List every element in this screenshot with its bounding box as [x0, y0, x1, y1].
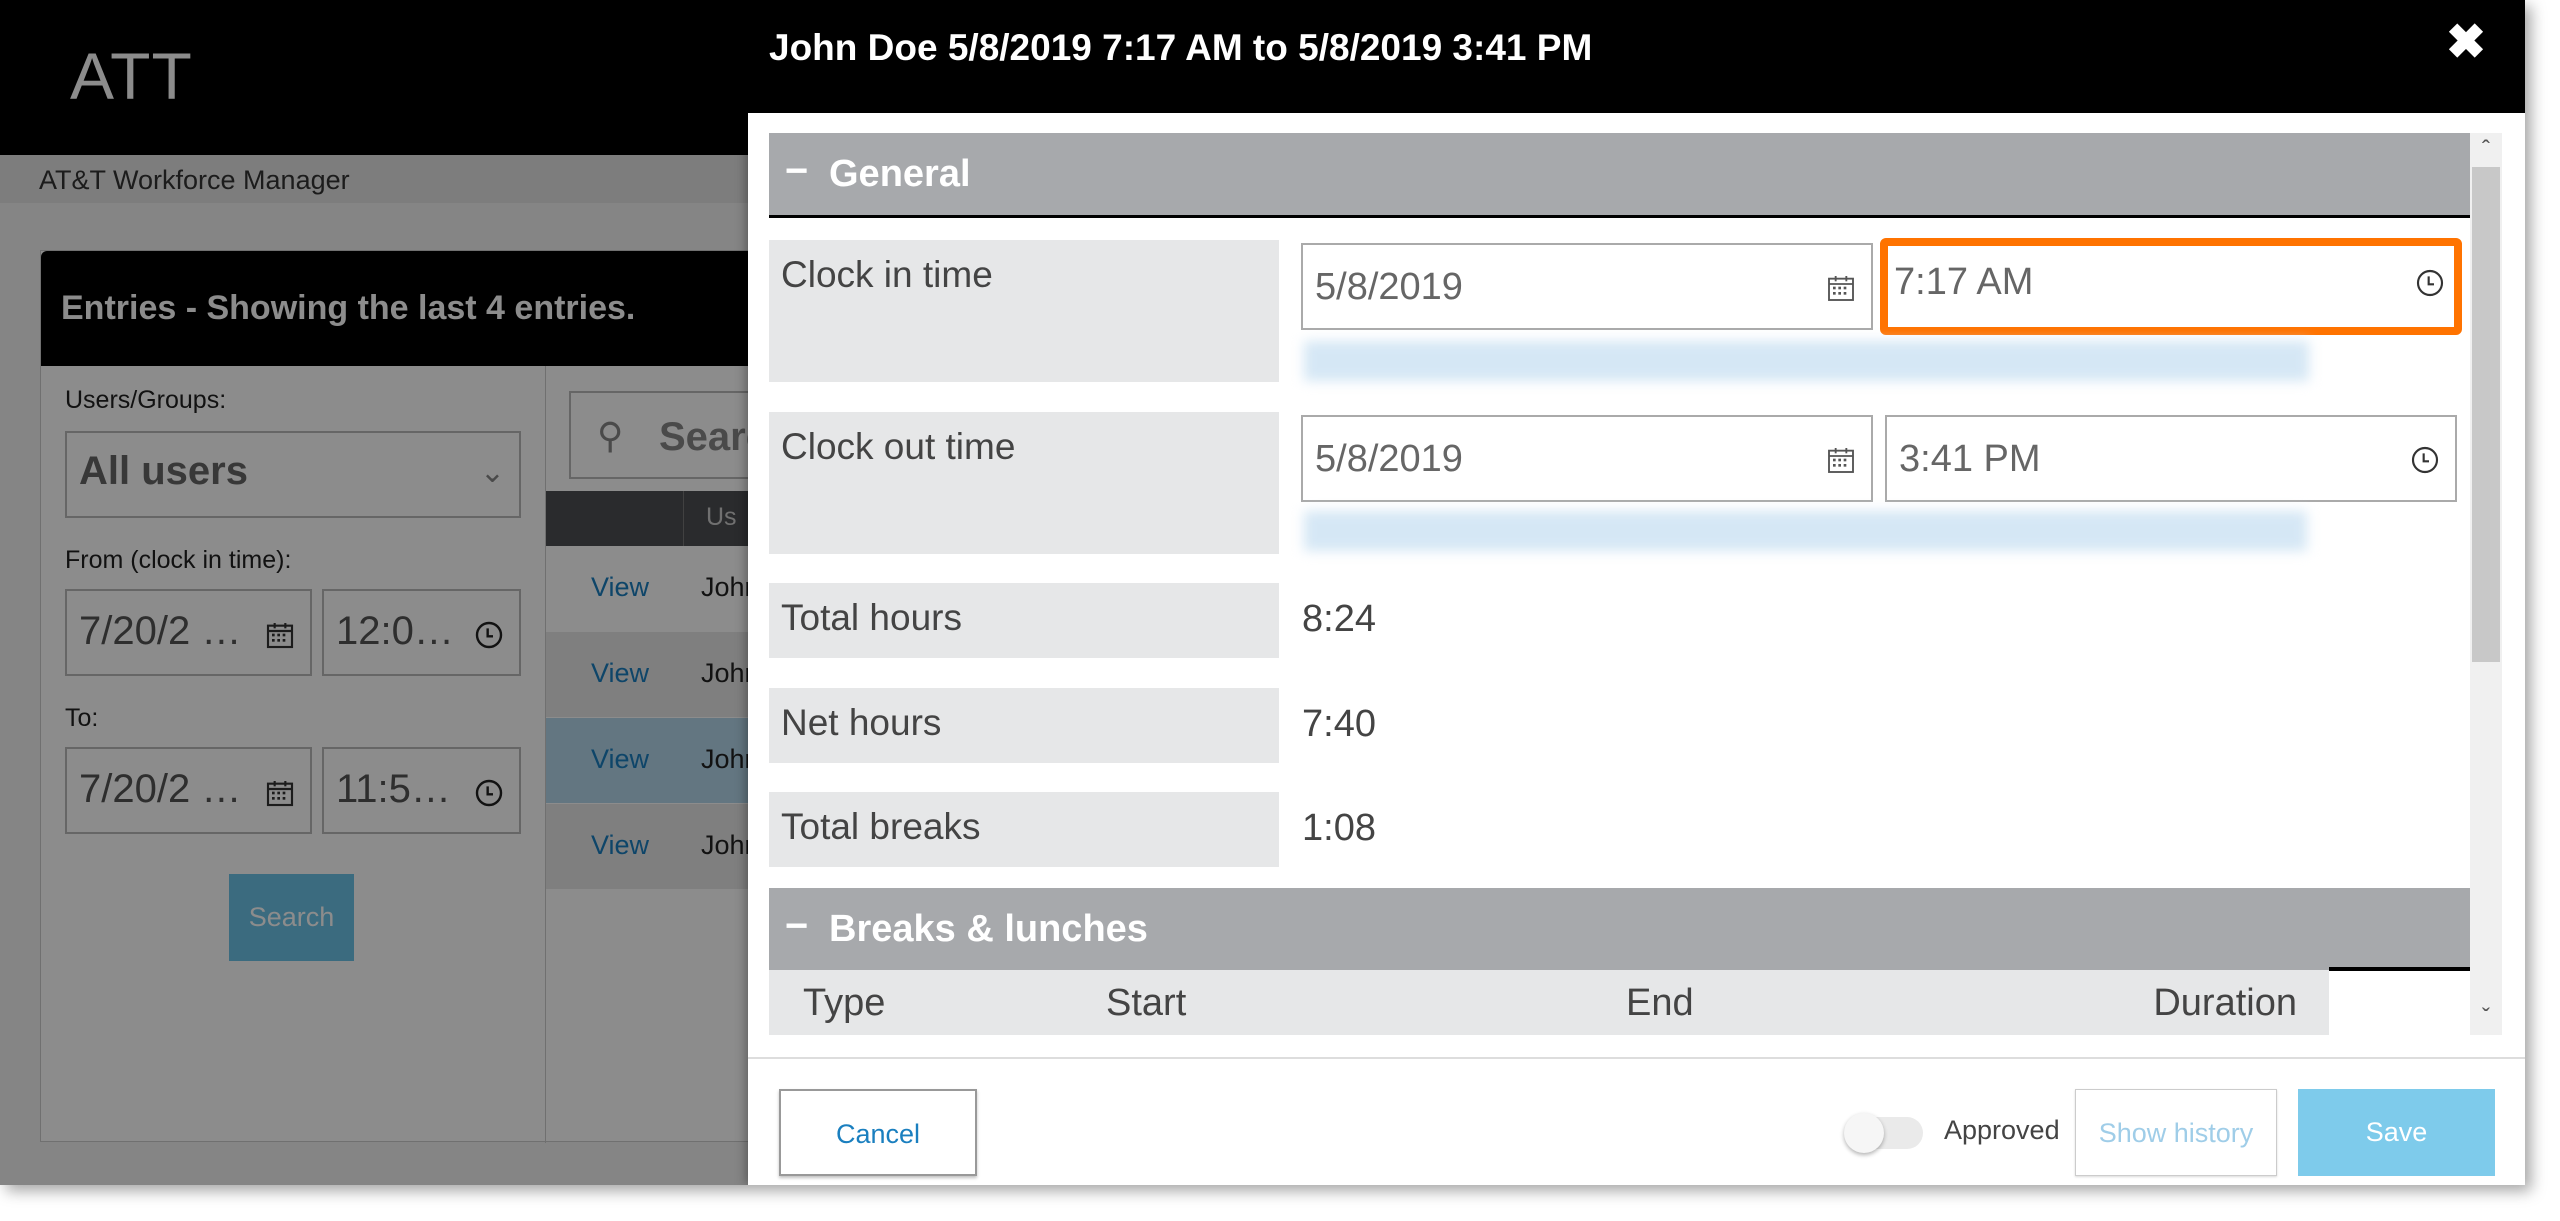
total-hours-label-cell: Total hours [769, 583, 1279, 658]
section-breaks-header[interactable]: − Breaks & lunches [769, 888, 2470, 970]
total-hours-label: Total hours [781, 597, 962, 638]
close-icon[interactable]: ✖ [2441, 18, 2491, 68]
clock-in-time-input[interactable]: 7:17 AM [1880, 238, 2462, 335]
approved-label: Approved [1944, 1115, 2060, 1145]
section-general-title: General [829, 153, 971, 195]
clock-out-label: Clock out time [781, 426, 1016, 467]
screen: ATT AT&T Workforce Manager Entries - Sho… [0, 0, 2525, 1185]
section-general-header[interactable]: − General [769, 133, 2470, 218]
show-history-button[interactable]: Show history [2075, 1089, 2277, 1176]
clock-out-date-value: 5/8/2019 [1315, 438, 1463, 480]
column-header-end[interactable]: End [1626, 982, 1694, 1025]
dialog-footer: Cancel Approved Show history Save [748, 1057, 2525, 1185]
column-header-type[interactable]: Type [803, 982, 885, 1025]
approved-toggle[interactable] [1844, 1113, 1923, 1153]
total-breaks-label-cell: Total breaks [769, 792, 1279, 867]
column-header-duration[interactable]: Duration [2153, 982, 2297, 1025]
save-button[interactable]: Save [2298, 1089, 2495, 1176]
clock-out-time-input[interactable]: 3:41 PM [1885, 415, 2457, 502]
column-header-start[interactable]: Start [1106, 982, 1186, 1025]
clock-in-time-value: 7:17 AM [1894, 261, 2034, 303]
scroll-up-arrow-icon[interactable]: ˆ [2470, 133, 2502, 165]
clock-out-location-redacted [1304, 511, 2307, 551]
dialog-title: John Doe 5/8/2019 7:17 AM to 5/8/2019 3:… [769, 27, 1593, 68]
breaks-table-header: Type Start End Duration [769, 970, 2329, 1035]
net-hours-value: 7:40 [1302, 703, 1376, 745]
clock-out-date-input[interactable]: 5/8/2019 [1301, 415, 1873, 502]
edit-entry-dialog: John Doe 5/8/2019 7:17 AM to 5/8/2019 3:… [748, 0, 2525, 1185]
breaks-header-divider [2329, 967, 2470, 971]
total-hours-value: 8:24 [1302, 598, 1376, 640]
collapse-icon: − [785, 904, 809, 948]
total-breaks-label: Total breaks [781, 806, 981, 847]
dialog-scroll-area: − General Clock in time 5/8/2019 7:17 AM… [769, 133, 2470, 1035]
clock-out-label-cell: Clock out time [769, 412, 1279, 554]
scroll-down-arrow-icon[interactable]: ˇ [2470, 1003, 2502, 1035]
clock-in-date-value: 5/8/2019 [1315, 266, 1463, 308]
dialog-header: John Doe 5/8/2019 7:17 AM to 5/8/2019 3:… [748, 0, 2525, 113]
section-breaks-title: Breaks & lunches [829, 908, 1148, 950]
clock-icon[interactable] [2409, 444, 2441, 476]
cancel-button[interactable]: Cancel [779, 1089, 977, 1176]
total-breaks-value: 1:08 [1302, 807, 1376, 849]
net-hours-label-cell: Net hours [769, 688, 1279, 763]
toggle-knob [1844, 1113, 1884, 1153]
net-hours-label: Net hours [781, 702, 942, 743]
clock-in-location-redacted [1304, 341, 2309, 381]
clock-out-time-value: 3:41 PM [1899, 438, 2041, 480]
clock-in-label: Clock in time [781, 254, 993, 295]
dialog-scrollbar[interactable]: ˆ ˇ [2470, 133, 2502, 1035]
scrollbar-thumb[interactable] [2472, 167, 2500, 662]
collapse-icon: − [785, 149, 809, 193]
calendar-icon[interactable] [1825, 272, 1857, 304]
clock-in-date-input[interactable]: 5/8/2019 [1301, 243, 1873, 330]
clock-icon[interactable] [2414, 267, 2446, 299]
calendar-icon[interactable] [1825, 444, 1857, 476]
clock-in-label-cell: Clock in time [769, 240, 1279, 382]
